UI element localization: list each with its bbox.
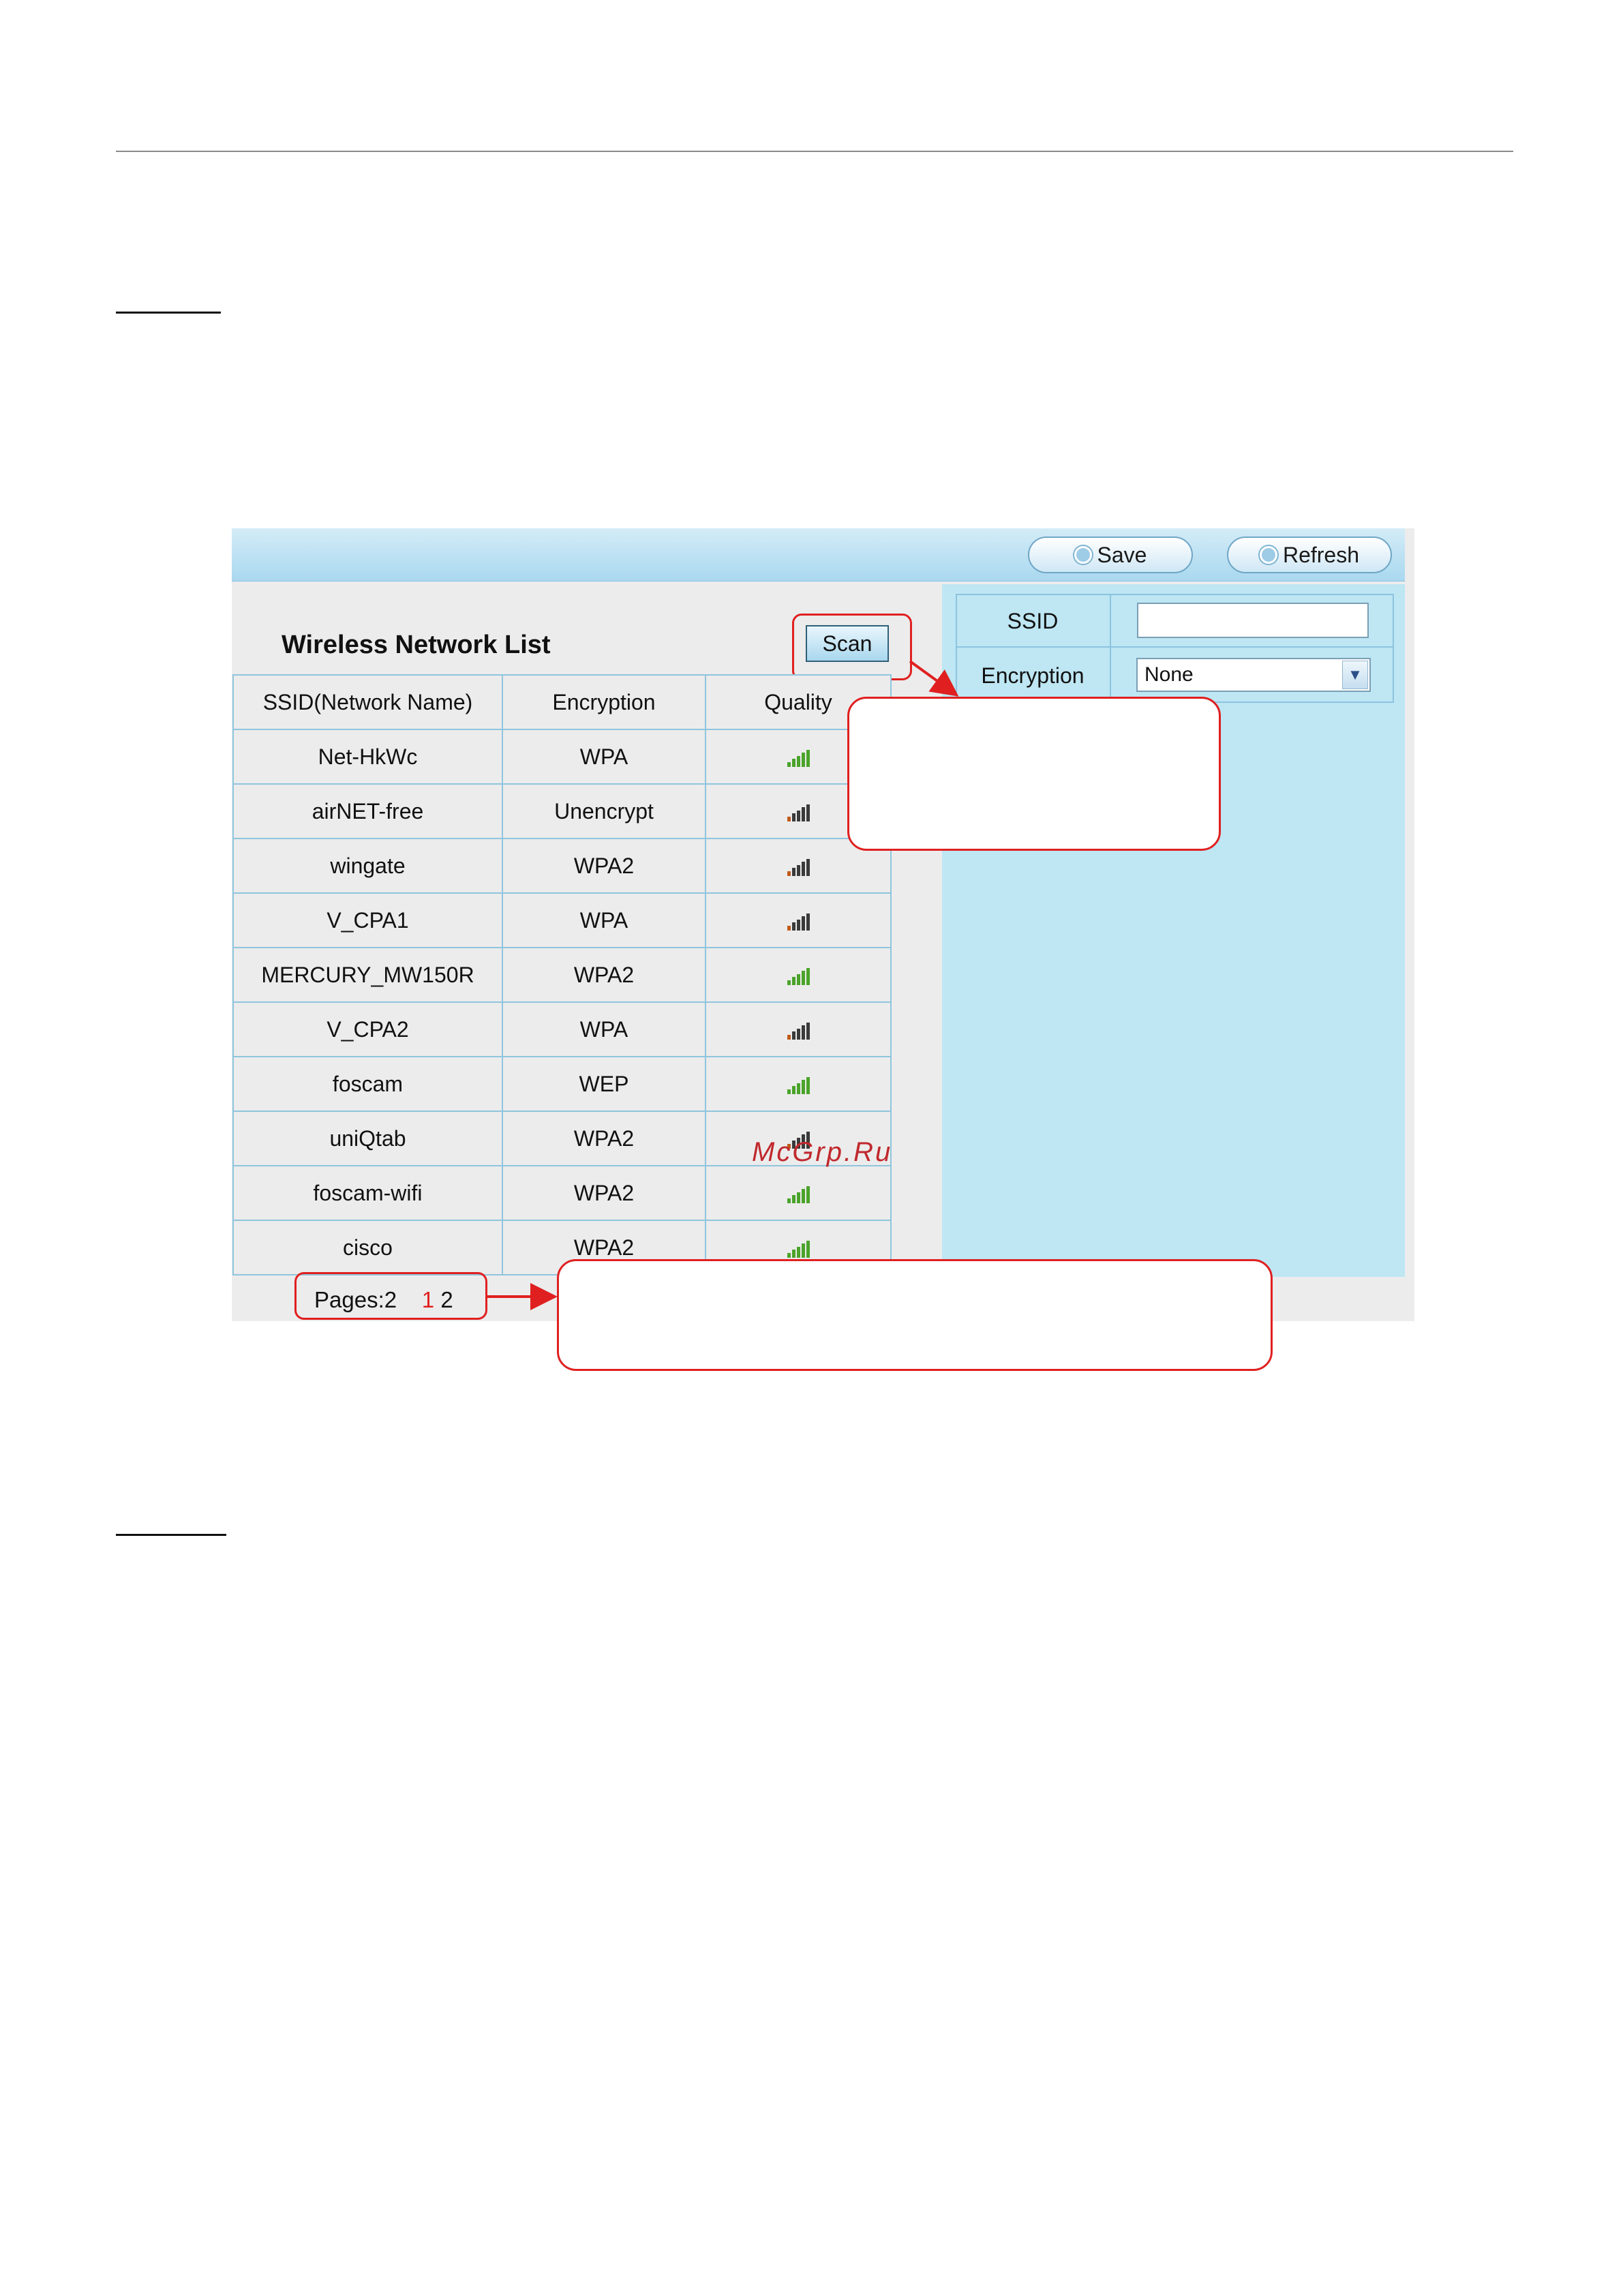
annotation-arrows	[487, 660, 959, 1310]
scan-arrow	[909, 660, 959, 697]
